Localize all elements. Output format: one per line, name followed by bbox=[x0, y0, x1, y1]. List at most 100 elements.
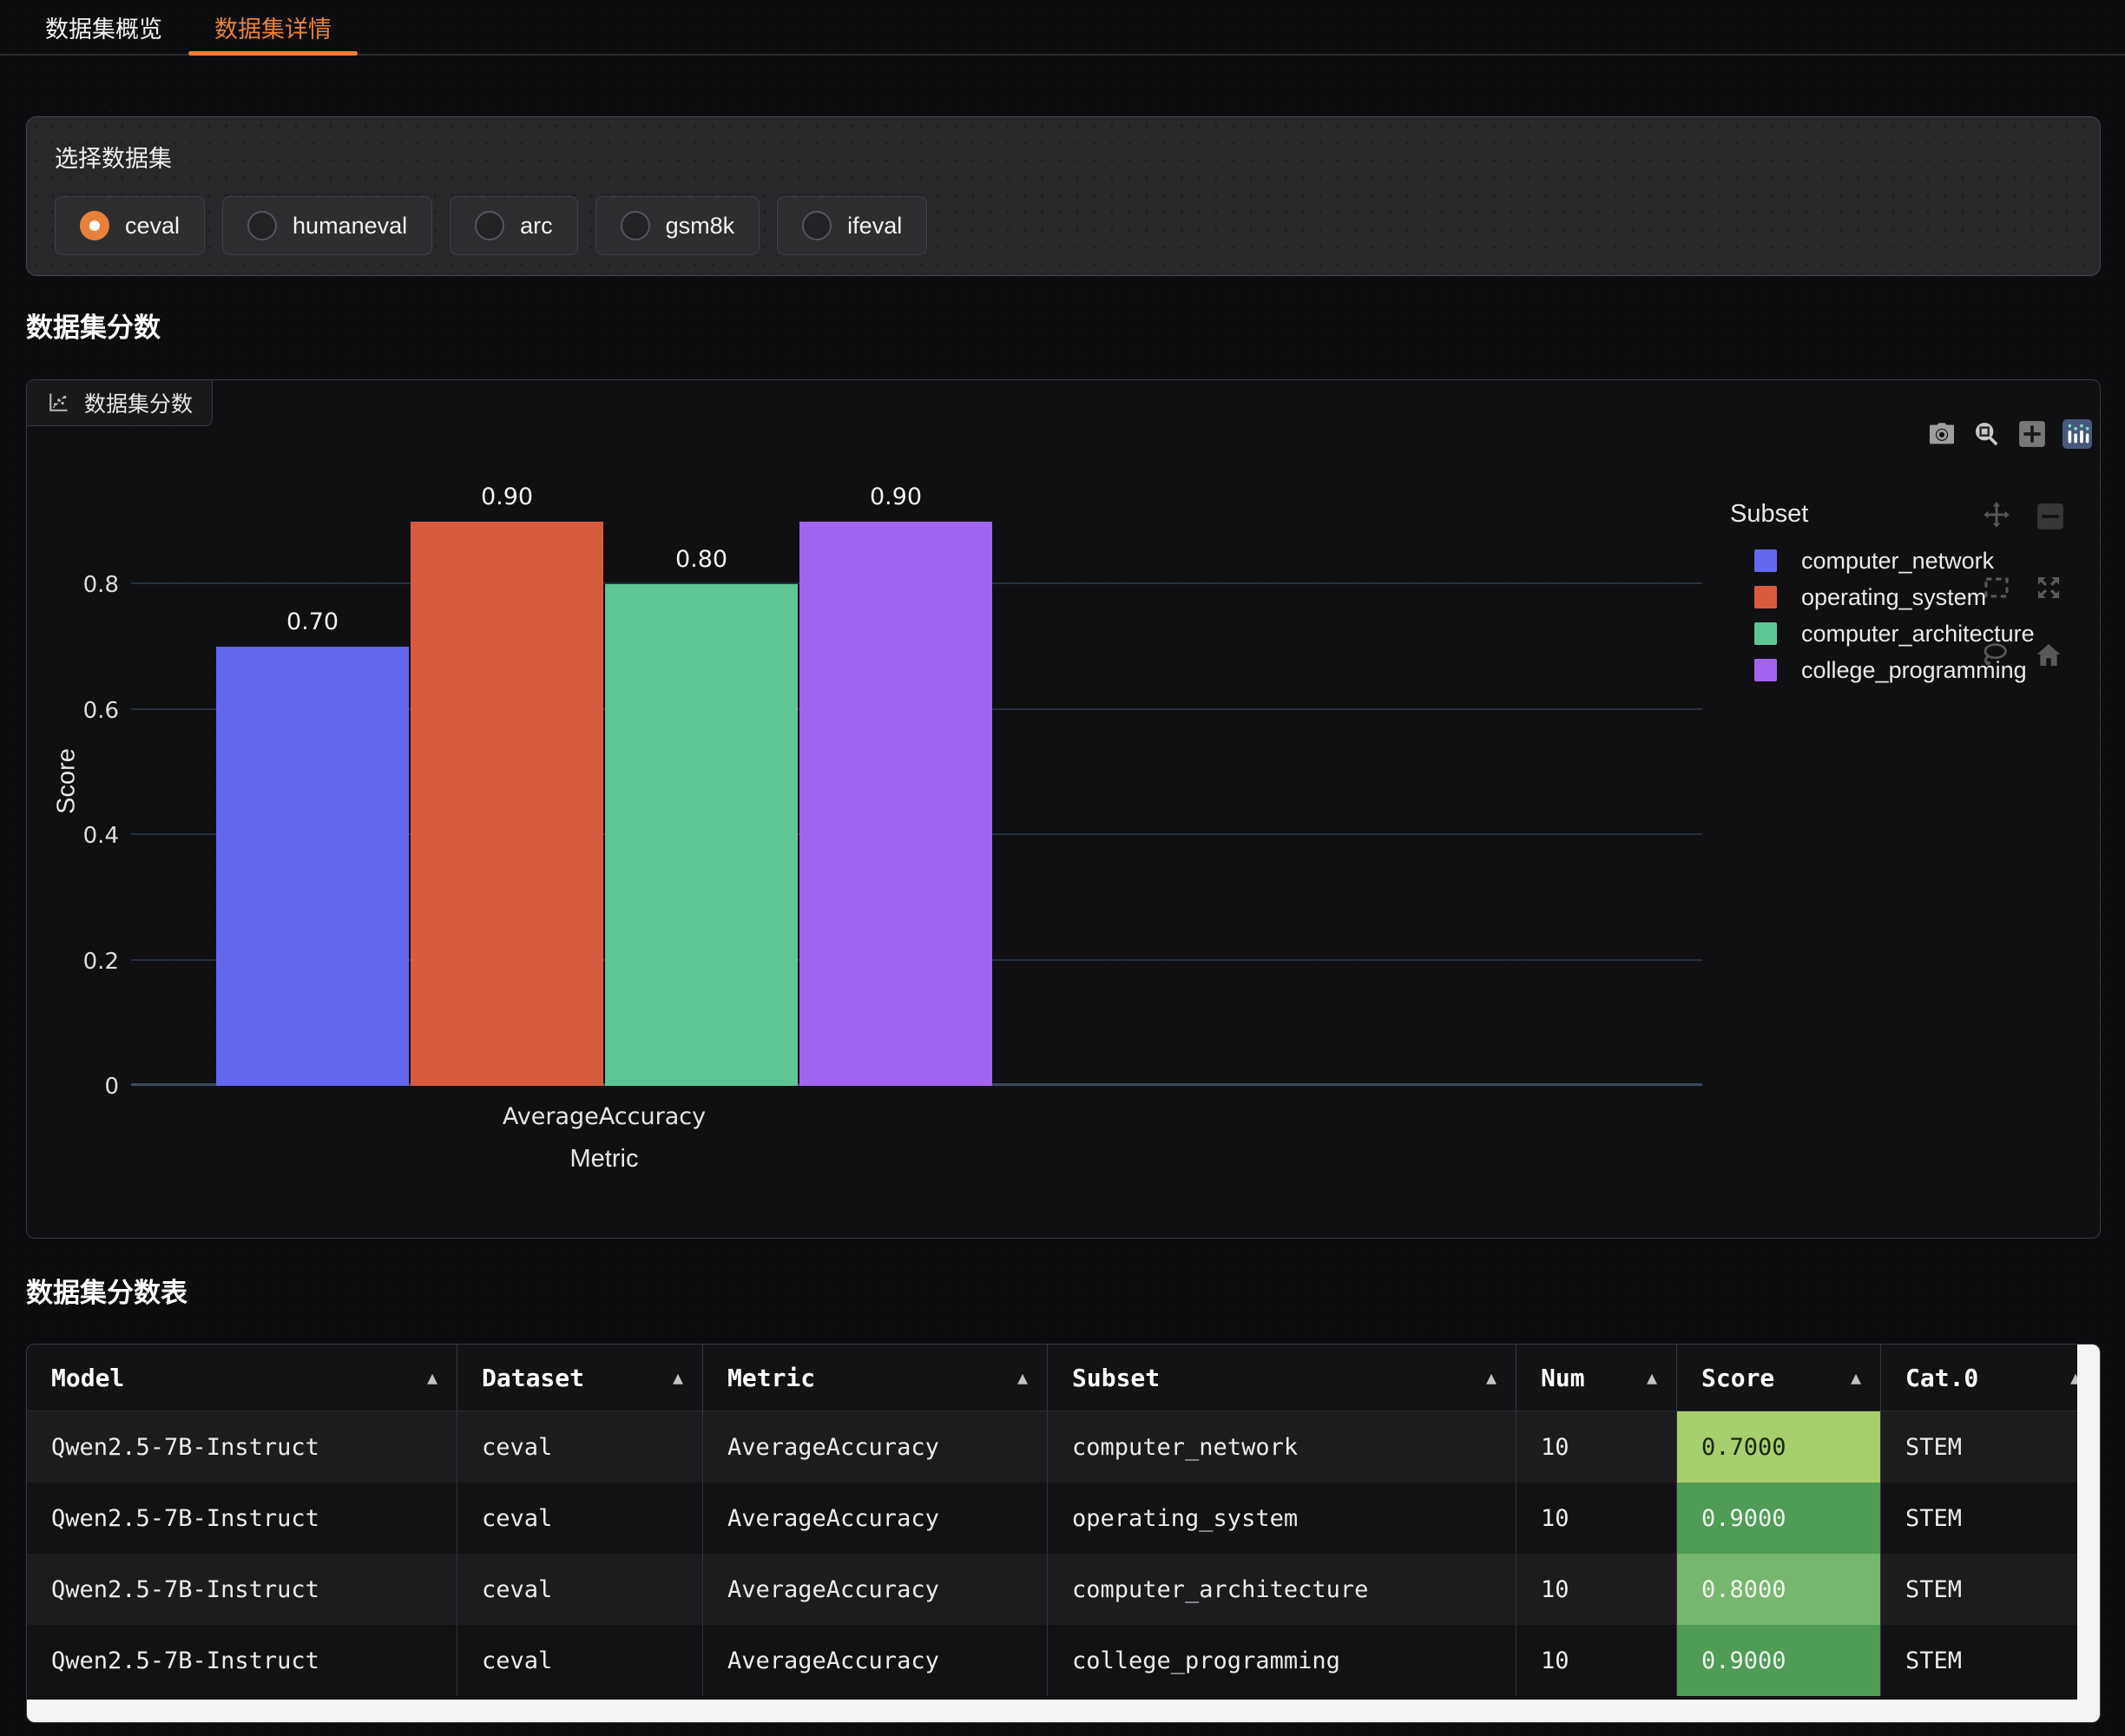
cell-metric: AverageAccuracy bbox=[702, 1411, 1047, 1483]
cell-cat0: STEM bbox=[1880, 1483, 2100, 1554]
y-axis-title: Score bbox=[53, 748, 82, 814]
bar-value-label: 0.70 bbox=[216, 608, 409, 635]
scores-heading: 数据集分数 bbox=[26, 306, 161, 345]
dataset-option-gsm8k[interactable]: gsm8k bbox=[595, 196, 760, 255]
cell-metric: AverageAccuracy bbox=[702, 1625, 1047, 1696]
legend-item-label: computer_network bbox=[1801, 548, 1994, 575]
column-header-model[interactable]: Model▲ bbox=[27, 1345, 457, 1410]
cell-score: 0.7000 bbox=[1676, 1411, 1880, 1483]
radio-label: gsm8k bbox=[666, 213, 735, 240]
cell-model: Qwen2.5-7B-Instruct bbox=[27, 1411, 457, 1483]
x-tick-label: AverageAccuracy bbox=[216, 1103, 992, 1130]
column-header-label: Dataset bbox=[482, 1364, 584, 1392]
zoom-in-icon[interactable] bbox=[2016, 418, 2048, 450]
column-header-cat-0[interactable]: Cat.0▲ bbox=[1880, 1345, 2100, 1410]
sort-arrow-icon: ▲ bbox=[1851, 1367, 1861, 1388]
legend-item-computer_architecture[interactable]: computer_architecture bbox=[1730, 615, 2112, 652]
dataset-selector-panel: 选择数据集 ceval humaneval arc gsm8k ifeval bbox=[26, 116, 2101, 276]
vertical-scrollbar[interactable] bbox=[2077, 1345, 2100, 1722]
legend-swatch bbox=[1754, 549, 1777, 572]
dataset-option-ifeval[interactable]: ifeval bbox=[777, 196, 927, 255]
sort-arrow-icon: ▲ bbox=[1486, 1367, 1497, 1388]
cell-cat0: STEM bbox=[1880, 1411, 2100, 1483]
table-row: Qwen2.5-7B-InstructcevalAverageAccuracyc… bbox=[27, 1411, 2100, 1483]
radio-label: arc bbox=[520, 213, 553, 240]
cell-cat0: STEM bbox=[1880, 1554, 2100, 1625]
bar-value-label: 0.90 bbox=[799, 483, 992, 510]
scatter-plot-icon bbox=[46, 391, 70, 415]
y-tick-label: 0.2 bbox=[27, 949, 119, 975]
bar-computer_network: 0.70 bbox=[216, 647, 409, 1086]
column-header-num[interactable]: Num▲ bbox=[1516, 1345, 1676, 1410]
table-header-row: Model▲Dataset▲Metric▲Subset▲Num▲Score▲Ca… bbox=[27, 1345, 2100, 1411]
tab-0[interactable]: 数据集概览 bbox=[19, 0, 188, 54]
cell-score: 0.9000 bbox=[1676, 1483, 1880, 1554]
legend-items: computer_network operating_system computer… bbox=[1730, 542, 2112, 688]
radio-icon bbox=[80, 211, 109, 240]
radio-icon bbox=[621, 211, 650, 240]
legend-item-label: college_programming bbox=[1801, 657, 2027, 684]
legend-item-operating_system[interactable]: operating_system bbox=[1730, 579, 2112, 615]
column-header-label: Subset bbox=[1072, 1364, 1160, 1392]
cell-dataset: ceval bbox=[457, 1554, 702, 1625]
cell-dataset: ceval bbox=[457, 1625, 702, 1696]
dataset-selector-label: 选择数据集 bbox=[55, 140, 2072, 174]
table-row: Qwen2.5-7B-InstructcevalAverageAccuracyc… bbox=[27, 1625, 2100, 1696]
cell-num: 10 bbox=[1516, 1625, 1676, 1696]
sort-arrow-icon: ▲ bbox=[1017, 1367, 1028, 1388]
chart-panel-tab-label: 数据集分数 bbox=[84, 387, 193, 418]
column-header-label: Cat.0 bbox=[1905, 1364, 1978, 1392]
cell-num: 10 bbox=[1516, 1411, 1676, 1483]
scores-chart-panel: 数据集分数 Score Subset computer_networkopera bbox=[26, 379, 2101, 1239]
legend-title: Subset bbox=[1730, 500, 2112, 529]
cell-subset: operating_system bbox=[1047, 1483, 1516, 1554]
radio-icon bbox=[802, 211, 832, 240]
y-tick-label: 0.6 bbox=[27, 698, 119, 724]
plotly-logo-icon[interactable] bbox=[2062, 418, 2093, 450]
radio-label: humaneval bbox=[293, 213, 407, 240]
column-header-dataset[interactable]: Dataset ▲ bbox=[457, 1345, 702, 1410]
radio-label: ifeval bbox=[847, 213, 902, 240]
zoom-icon[interactable] bbox=[1971, 418, 2003, 450]
radio-icon bbox=[475, 211, 504, 240]
column-header-subset[interactable]: Subset ▲ bbox=[1047, 1345, 1516, 1410]
legend-swatch bbox=[1754, 586, 1777, 608]
cell-cat0: STEM bbox=[1880, 1625, 2100, 1696]
legend-item-label: computer_architecture bbox=[1801, 621, 2035, 648]
legend-swatch bbox=[1754, 659, 1777, 681]
dataset-options-row: ceval humaneval arc gsm8k ifeval bbox=[55, 196, 2072, 255]
bar-value-label: 0.80 bbox=[605, 546, 798, 573]
y-tick-label: 0 bbox=[27, 1074, 119, 1100]
legend-item-computer_network[interactable]: computer_network bbox=[1730, 542, 2112, 579]
radio-label: ceval bbox=[125, 213, 180, 240]
table-heading: 数据集分数表 bbox=[26, 1271, 188, 1310]
dataset-option-ceval[interactable]: ceval bbox=[55, 196, 205, 255]
legend-item-label: operating_system bbox=[1801, 584, 1986, 611]
sort-arrow-icon: ▲ bbox=[673, 1367, 683, 1388]
camera-icon[interactable] bbox=[1926, 418, 1957, 450]
dataset-option-humaneval[interactable]: humaneval bbox=[222, 196, 432, 255]
bar-operating_system: 0.90 bbox=[411, 522, 603, 1086]
tab-1[interactable]: 数据集详情 bbox=[188, 0, 358, 54]
cell-dataset: ceval bbox=[457, 1411, 702, 1483]
y-tick-label: 0.4 bbox=[27, 823, 119, 849]
column-header-label: Num bbox=[1541, 1364, 1585, 1392]
column-header-score[interactable]: Score▲ bbox=[1676, 1345, 1880, 1410]
column-header-metric[interactable]: Metric ▲ bbox=[702, 1345, 1047, 1410]
cell-score: 0.8000 bbox=[1676, 1554, 1880, 1625]
horizontal-scrollbar[interactable] bbox=[27, 1700, 2077, 1722]
bar-college_programming: 0.90 bbox=[799, 522, 992, 1086]
cell-metric: AverageAccuracy bbox=[702, 1483, 1047, 1554]
sort-arrow-icon: ▲ bbox=[427, 1367, 438, 1388]
cell-model: Qwen2.5-7B-Instruct bbox=[27, 1554, 457, 1625]
scores-table: Model▲Dataset▲Metric▲Subset▲Num▲Score▲Ca… bbox=[26, 1344, 2101, 1723]
cell-subset: college_programming bbox=[1047, 1625, 1516, 1696]
x-axis-title: Metric bbox=[216, 1145, 992, 1174]
chart-panel-tab: 数据集分数 bbox=[27, 380, 213, 426]
y-tick-label: 0.8 bbox=[27, 572, 119, 598]
dataset-option-arc[interactable]: arc bbox=[450, 196, 578, 255]
legend-item-college_programming[interactable]: college_programming bbox=[1730, 652, 2112, 688]
cell-num: 10 bbox=[1516, 1483, 1676, 1554]
cell-metric: AverageAccuracy bbox=[702, 1554, 1047, 1625]
column-header-label: Metric bbox=[727, 1364, 815, 1392]
